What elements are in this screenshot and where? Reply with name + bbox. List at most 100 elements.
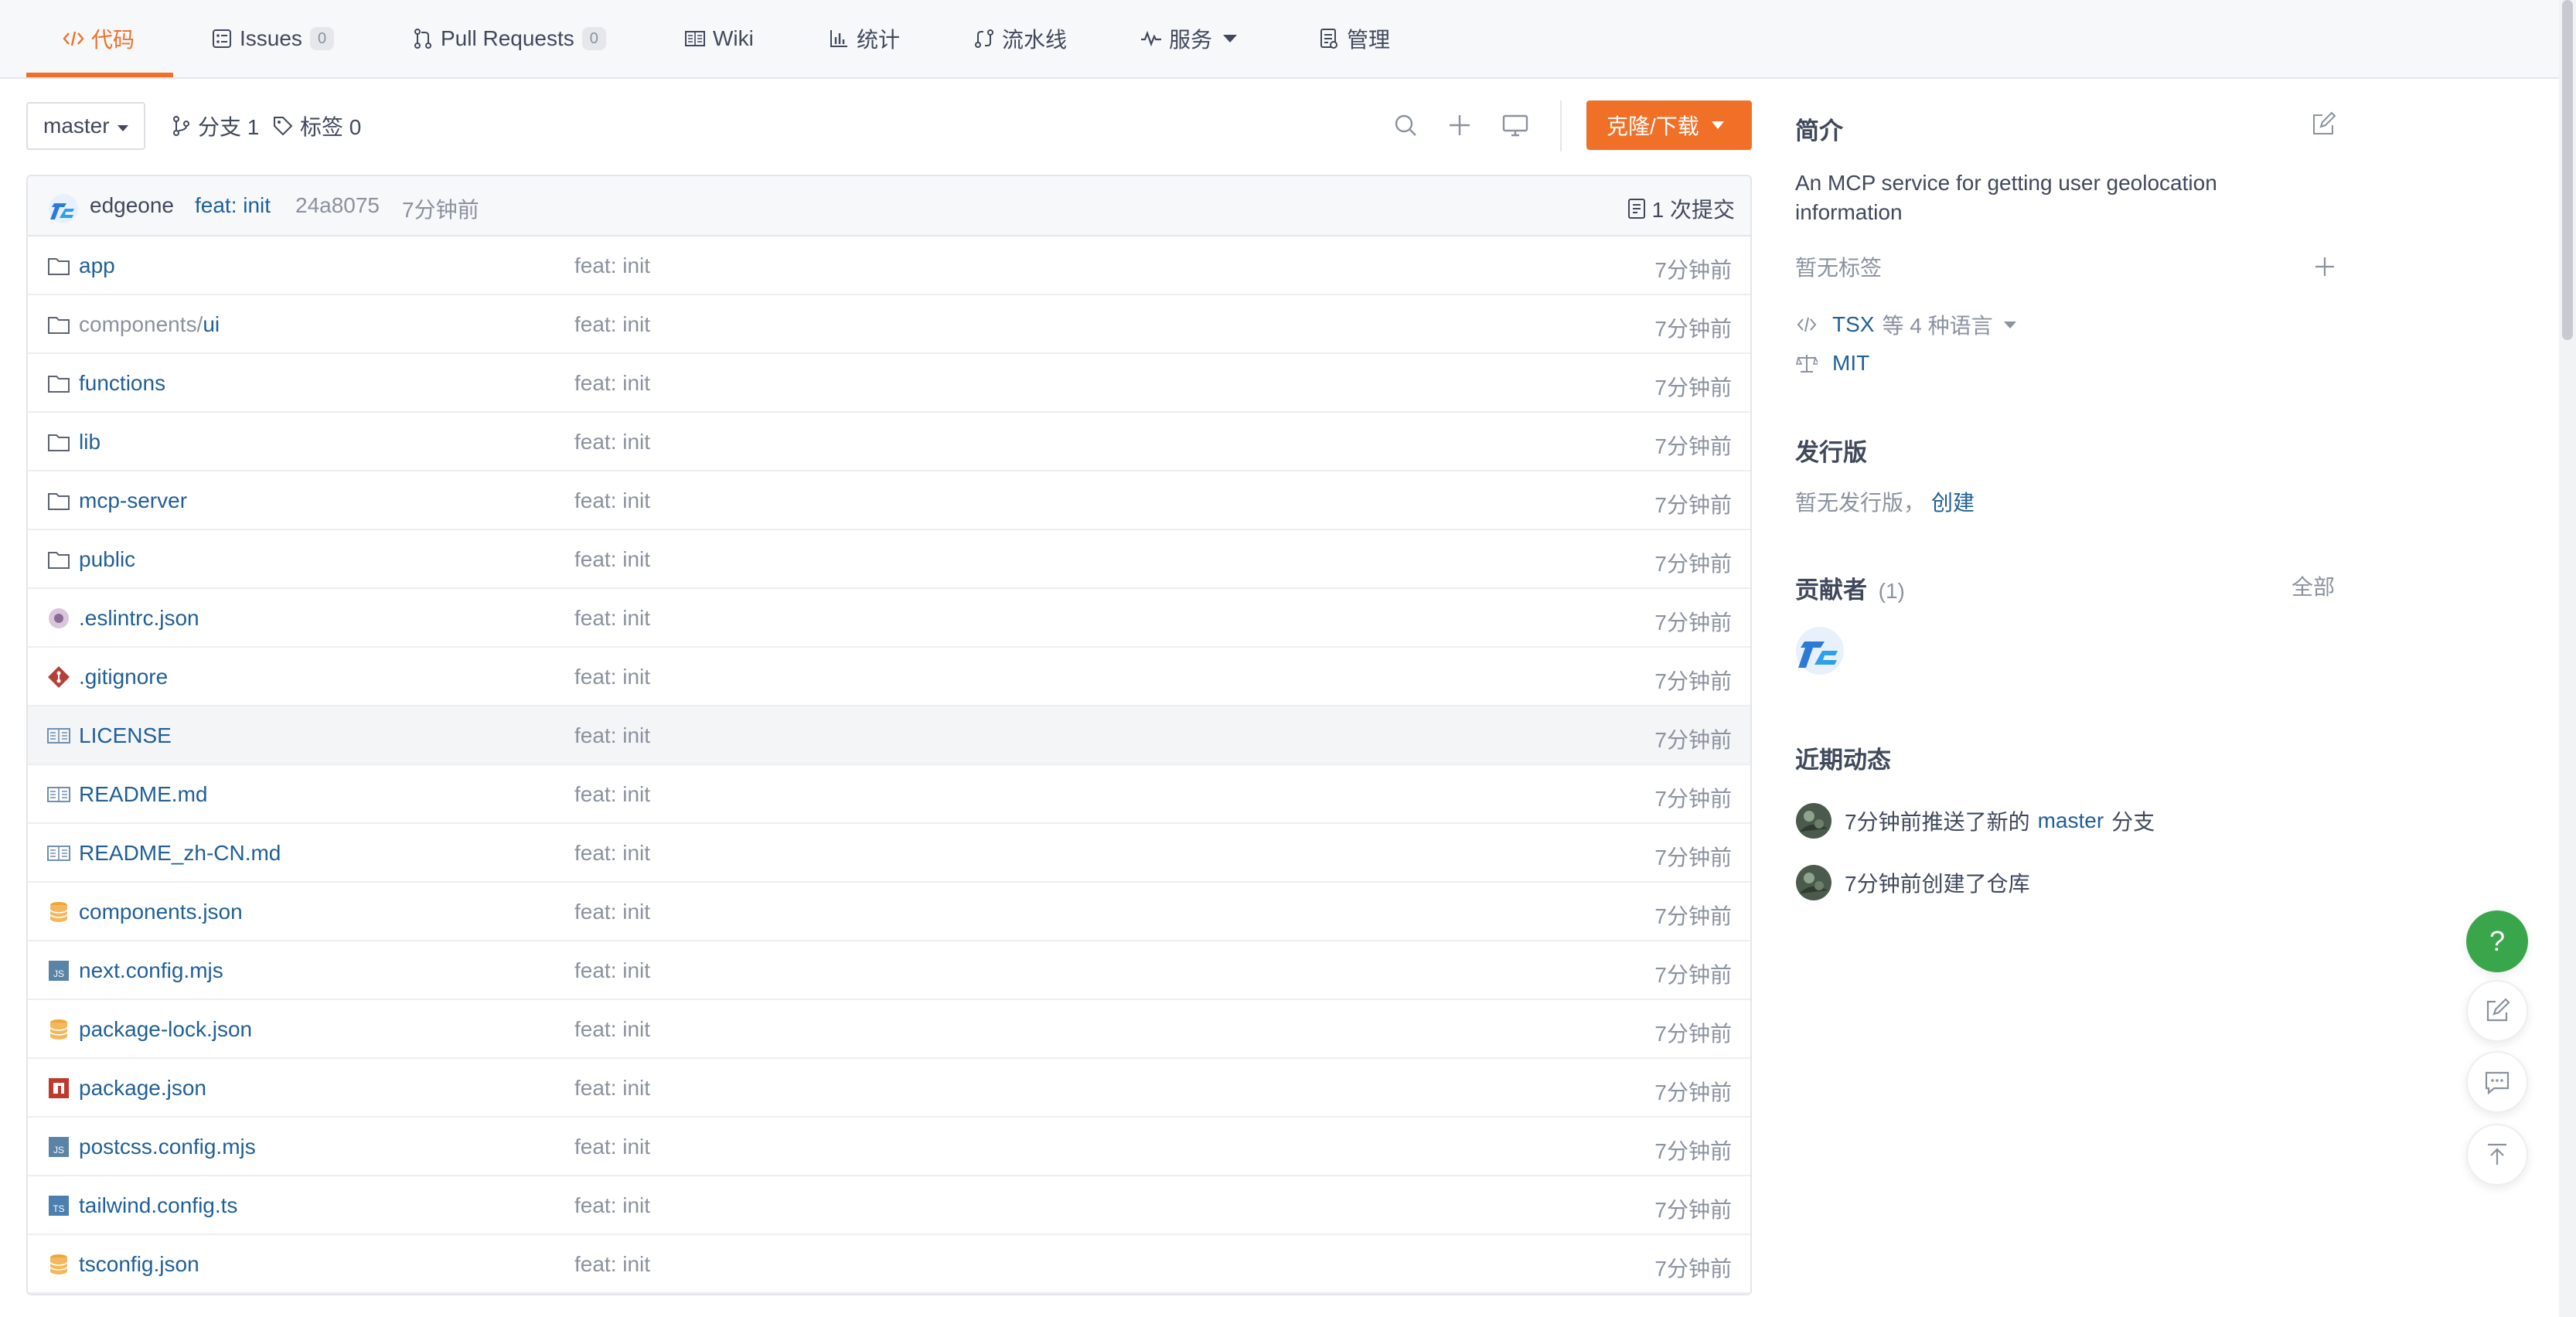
file-name-link[interactable]: mcp-server [79,488,187,513]
file-name-part[interactable]: .gitignore [79,665,168,689]
branches-link[interactable]: 分支 1 [172,112,259,140]
file-row[interactable]: LICENSE feat: init 7分钟前 [28,706,1750,765]
file-name-link[interactable]: next.config.mjs [79,958,223,983]
file-name-link[interactable]: tailwind.config.ts [79,1193,237,1218]
file-row[interactable]: tsconfig.json feat: init 7分钟前 [28,1235,1750,1294]
file-row[interactable]: components.json feat: init 7分钟前 [28,883,1750,941]
file-name-part[interactable]: package-lock.json [79,1017,252,1041]
file-row[interactable]: package-lock.json feat: init 7分钟前 [28,1000,1750,1059]
file-commit-link[interactable]: feat: init [574,488,650,513]
tab-stats[interactable]: 统计 [827,0,900,77]
file-row[interactable]: README.md feat: init 7分钟前 [28,765,1750,824]
file-name-part[interactable]: README.md [79,782,207,806]
file-row[interactable]: package.json feat: init 7分钟前 [28,1059,1750,1118]
file-name-part[interactable]: lib [79,430,101,454]
file-commit-link[interactable]: feat: init [574,1135,650,1159]
search-icon[interactable] [1390,110,1421,141]
file-row[interactable]: JS postcss.config.mjs feat: init 7分钟前 [28,1118,1750,1176]
file-name-link[interactable]: README_zh-CN.md [79,841,281,866]
file-commit-link[interactable]: feat: init [574,254,650,278]
file-name-part[interactable]: public [79,547,135,571]
file-name-link[interactable]: LICENSE [79,723,172,748]
activity-branch-link[interactable]: master [2038,808,2104,833]
file-commit-link[interactable]: feat: init [574,606,650,631]
file-name-part[interactable]: postcss.config.mjs [79,1135,256,1159]
file-row[interactable]: JS next.config.mjs feat: init 7分钟前 [28,941,1750,1000]
tab-pipeline[interactable]: 流水线 [973,0,1067,77]
file-name-prefix[interactable]: components/ [79,312,203,336]
file-name-link[interactable]: app [79,254,115,278]
file-name-link[interactable]: .eslintrc.json [79,606,199,631]
file-name-part[interactable]: components.json [79,900,243,924]
file-name-link[interactable]: .gitignore [79,665,168,689]
file-name-link[interactable]: package-lock.json [79,1017,252,1042]
add-file-icon[interactable] [1444,110,1475,141]
file-commit-link[interactable]: feat: init [574,1193,650,1218]
file-commit-link[interactable]: feat: init [574,1252,650,1277]
file-commit-link[interactable]: feat: init [574,430,650,454]
avatar[interactable] [1795,802,1832,839]
file-name-link[interactable]: postcss.config.mjs [79,1135,256,1159]
feedback-button[interactable] [2466,980,2528,1042]
tab-manage[interactable]: 管理 [1317,0,1390,77]
commit-sha-link[interactable]: 24a8075 [295,193,380,218]
file-commit-link[interactable]: feat: init [574,1017,650,1042]
file-commit-link[interactable]: feat: init [574,782,650,807]
clone-download-button[interactable]: 克隆/下载 [1586,100,1752,150]
tab-issues[interactable]: Issues 0 [210,0,335,77]
chat-button[interactable] [2466,1051,2528,1113]
contributor-avatar[interactable] [1795,626,1845,676]
edit-intro-icon[interactable] [2310,111,2336,138]
file-row[interactable]: components/ui feat: init 7分钟前 [28,295,1750,354]
file-commit-link[interactable]: feat: init [574,371,650,396]
file-row[interactable]: functions feat: init 7分钟前 [28,354,1750,413]
file-row[interactable]: mcp-server feat: init 7分钟前 [28,471,1750,530]
file-commit-link[interactable]: feat: init [574,547,650,572]
file-name-part[interactable]: ui [203,312,220,336]
file-commit-link[interactable]: feat: init [574,723,650,748]
avatar[interactable] [48,193,79,224]
file-name-part[interactable]: app [79,254,115,277]
add-tag-icon[interactable] [2313,255,2336,278]
file-name-part[interactable]: tsconfig.json [79,1252,199,1276]
tab-service[interactable]: 服务 [1140,0,1238,77]
file-name-part[interactable]: README_zh-CN.md [79,841,281,865]
commit-count-link[interactable]: 1 次提交 [1627,193,1735,224]
file-commit-link[interactable]: feat: init [574,1076,650,1101]
file-name-part[interactable]: tailwind.config.ts [79,1193,237,1217]
file-row[interactable]: public feat: init 7分钟前 [28,530,1750,589]
file-row[interactable]: .gitignore feat: init 7分钟前 [28,648,1750,706]
file-name-link[interactable]: README.md [79,782,207,807]
scrollbar-thumb[interactable] [2562,0,2573,340]
tab-pull-requests[interactable]: Pull Requests 0 [411,0,606,77]
help-button[interactable]: ? [2466,910,2528,972]
file-commit-link[interactable]: feat: init [574,841,650,866]
branch-select[interactable]: master [26,102,145,150]
file-row[interactable]: .eslintrc.json feat: init 7分钟前 [28,589,1750,648]
file-commit-link[interactable]: feat: init [574,665,650,689]
file-name-link[interactable]: components.json [79,900,243,924]
file-name-part[interactable]: package.json [79,1076,206,1100]
file-name-link[interactable]: tsconfig.json [79,1252,199,1277]
license-link[interactable]: MIT [1795,351,1869,376]
create-release-link[interactable]: 创建 [1931,491,1975,515]
file-name-link[interactable]: public [79,547,135,572]
file-commit-link[interactable]: feat: init [574,312,650,337]
file-name-part[interactable]: next.config.mjs [79,958,223,982]
file-name-part[interactable]: .eslintrc.json [79,606,199,630]
file-name-link[interactable]: components/ui [79,312,220,337]
file-row[interactable]: README_zh-CN.md feat: init 7分钟前 [28,824,1750,883]
file-commit-link[interactable]: feat: init [574,958,650,983]
tab-wiki[interactable]: Wiki [683,0,754,77]
file-row[interactable]: lib feat: init 7分钟前 [28,413,1750,471]
file-name-part[interactable]: mcp-server [79,488,187,512]
commit-author-link[interactable]: edgeone [90,193,174,218]
tags-link[interactable]: 标签 0 [272,112,361,140]
file-row[interactable]: app feat: init 7分钟前 [28,237,1750,295]
file-name-part[interactable]: functions [79,371,165,395]
tab-code[interactable]: 代码 [62,0,135,77]
contributors-all-link[interactable]: 全部 [2291,570,2335,601]
file-commit-link[interactable]: feat: init [574,900,650,924]
file-name-link[interactable]: lib [79,430,101,454]
web-ide-icon[interactable] [1500,110,1531,141]
